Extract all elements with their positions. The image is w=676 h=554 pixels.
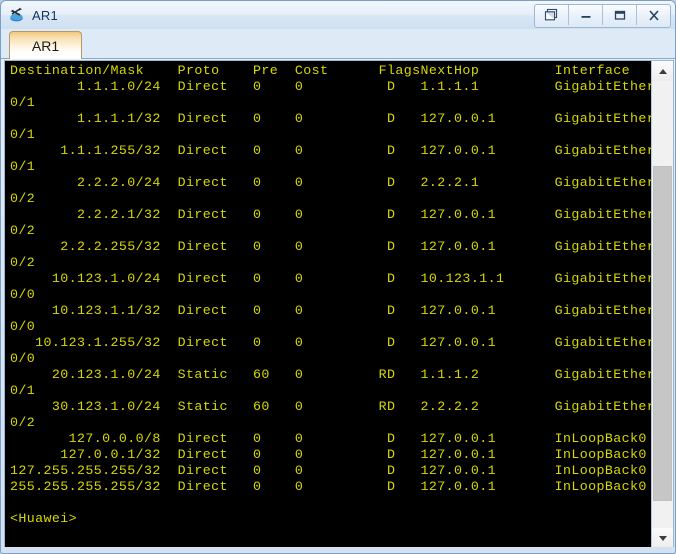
scrollbar-thumb[interactable] (653, 165, 672, 502)
maximize-button[interactable] (603, 5, 637, 25)
restore-icon (544, 8, 558, 21)
minimize-button[interactable] (569, 5, 603, 25)
restore-button[interactable] (535, 5, 569, 25)
minimize-icon (581, 16, 590, 18)
close-icon (648, 9, 659, 21)
scroll-down-button[interactable] (652, 528, 673, 548)
window-controls (534, 4, 671, 28)
cli-window: AR1 AR1 Destination/Mask Proto Pre Cost … (0, 0, 676, 554)
tab-ar1[interactable]: AR1 (9, 31, 82, 59)
window-title: AR1 (32, 7, 58, 23)
terminal-screen[interactable]: Destination/Mask Proto Pre Cost FlagsNex… (10, 61, 673, 548)
terminal-output: Destination/Mask Proto Pre Cost FlagsNex… (10, 63, 673, 526)
router-device-icon (7, 5, 27, 25)
scroll-up-arrow-icon (658, 68, 667, 74)
scroll-up-button[interactable] (652, 61, 673, 81)
title-bar: AR1 (1, 1, 675, 29)
terminal-scrollbar[interactable] (651, 61, 673, 548)
tab-strip: AR1 (1, 29, 675, 59)
scroll-down-arrow-icon (658, 535, 667, 541)
maximize-icon (614, 10, 625, 20)
tab-label: AR1 (31, 37, 60, 54)
window-bottom-edge (1, 547, 675, 553)
close-button[interactable] (637, 5, 670, 25)
terminal-panel: Destination/Mask Proto Pre Cost FlagsNex… (4, 60, 674, 549)
